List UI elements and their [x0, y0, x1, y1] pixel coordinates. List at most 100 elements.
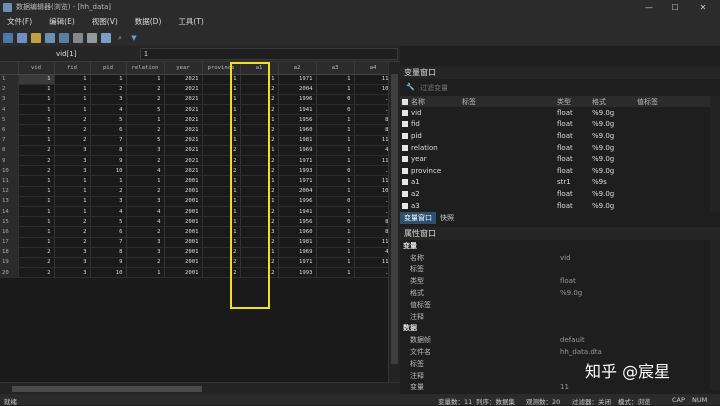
- table-cell[interactable]: 2004: [278, 186, 317, 197]
- table-cell[interactable]: 1: [316, 247, 355, 258]
- table-cell[interactable]: 2: [18, 267, 55, 279]
- table-cell[interactable]: 2: [18, 165, 55, 177]
- table-cell[interactable]: 1: [18, 237, 55, 248]
- table-cell[interactable]: 2021: [164, 124, 203, 136]
- table-cell[interactable]: 2004: [278, 84, 317, 95]
- table-cell[interactable]: 1: [316, 74, 355, 85]
- table-cell[interactable]: 4: [90, 104, 127, 116]
- table-cell[interactable]: 1: [18, 84, 55, 95]
- table-cell[interactable]: 1: [54, 196, 91, 207]
- table-cell[interactable]: 1: [240, 175, 279, 187]
- column-header[interactable]: fid: [54, 62, 91, 75]
- property-row[interactable]: 格式 %9.0g: [400, 287, 710, 299]
- table-cell[interactable]: 2: [240, 237, 279, 248]
- table-cell[interactable]: .: [354, 267, 393, 279]
- table-cell[interactable]: 2: [126, 226, 165, 238]
- table-cell[interactable]: 1: [18, 74, 55, 85]
- table-cell[interactable]: 1: [54, 74, 91, 85]
- table-cell[interactable]: 2: [126, 155, 165, 167]
- table-cell[interactable]: 1: [126, 267, 165, 279]
- table-cell[interactable]: 4: [354, 247, 393, 258]
- variable-checkbox[interactable]: [402, 202, 408, 209]
- variable-row[interactable]: a1 str1 %9s: [400, 177, 710, 189]
- table-cell[interactable]: 10: [354, 84, 393, 95]
- filter-icon[interactable]: ▼: [129, 33, 139, 43]
- minimize-button[interactable]: —: [636, 0, 662, 14]
- maximize-button[interactable]: ☐: [662, 0, 688, 14]
- property-row[interactable]: 数据: [400, 323, 710, 335]
- table-cell[interactable]: 1969: [278, 247, 317, 258]
- table-cell[interactable]: 2: [126, 84, 165, 95]
- table-cell[interactable]: 1: [126, 175, 165, 187]
- save-icon[interactable]: [17, 32, 27, 43]
- table-cell[interactable]: 1: [54, 175, 91, 187]
- table-cell[interactable]: 1: [240, 196, 279, 207]
- table-cell[interactable]: 2: [202, 155, 241, 167]
- table-cell[interactable]: 1: [202, 237, 241, 248]
- table-cell[interactable]: 1: [18, 216, 55, 228]
- table-cell[interactable]: 1: [202, 226, 241, 238]
- table-cell[interactable]: 2: [240, 84, 279, 95]
- table-cell[interactable]: 1960: [278, 226, 317, 238]
- table-cell[interactable]: 1993: [278, 165, 317, 177]
- table-cell[interactable]: 3: [240, 226, 279, 238]
- table-cell[interactable]: 1: [18, 114, 55, 126]
- table-cell[interactable]: 2001: [164, 186, 203, 197]
- property-row[interactable]: 数据帧 default: [400, 334, 710, 346]
- table-cell[interactable]: 0: [316, 94, 355, 106]
- table-cell[interactable]: 2021: [164, 84, 203, 95]
- table-cell[interactable]: 2001: [164, 196, 203, 207]
- table-cell[interactable]: 5: [90, 216, 127, 228]
- table-cell[interactable]: 3: [54, 267, 91, 279]
- folder-icon[interactable]: [31, 32, 41, 43]
- menu-file[interactable]: 文件(F): [7, 16, 32, 27]
- table-cell[interactable]: 2021: [164, 74, 203, 85]
- table-cell[interactable]: 2: [126, 186, 165, 197]
- table-cell[interactable]: 10: [90, 165, 127, 177]
- table-cell[interactable]: 3: [126, 237, 165, 248]
- table-cell[interactable]: 3: [54, 145, 91, 157]
- table-cell[interactable]: 1981: [278, 135, 317, 146]
- table-cell[interactable]: 2: [54, 135, 91, 146]
- table-cell[interactable]: 3: [126, 145, 165, 157]
- table-cell[interactable]: 2: [240, 155, 279, 167]
- table-cell[interactable]: 3: [54, 165, 91, 177]
- table-cell[interactable]: 8: [90, 247, 127, 258]
- table-cell[interactable]: 0: [316, 104, 355, 116]
- table-cell[interactable]: 1: [202, 186, 241, 197]
- table-cell[interactable]: 11: [354, 74, 393, 85]
- table-cell[interactable]: 2: [202, 257, 241, 269]
- table-cell[interactable]: 7: [90, 135, 127, 146]
- property-row[interactable]: 文件名 hh_data.dta: [400, 346, 710, 358]
- table-cell[interactable]: 1: [240, 247, 279, 258]
- table-cell[interactable]: 4: [126, 165, 165, 177]
- table-cell[interactable]: 1996: [278, 196, 317, 207]
- property-row[interactable]: 变量 11: [400, 382, 710, 390]
- table-cell[interactable]: 2: [18, 145, 55, 157]
- table-cell[interactable]: 5: [90, 114, 127, 126]
- table-cell[interactable]: 1941: [278, 104, 317, 116]
- table-cell[interactable]: 1981: [278, 237, 317, 248]
- table-cell[interactable]: 1: [316, 135, 355, 146]
- table-cell[interactable]: 1: [240, 114, 279, 126]
- paste-icon[interactable]: [87, 32, 97, 43]
- table-cell[interactable]: 1: [18, 226, 55, 238]
- table-cell[interactable]: 2: [240, 267, 279, 279]
- table-cell[interactable]: 1: [18, 104, 55, 116]
- table-cell[interactable]: 5: [126, 104, 165, 116]
- table-cell[interactable]: 2: [202, 145, 241, 157]
- column-header[interactable]: a3: [316, 62, 355, 75]
- table-cell[interactable]: 1: [202, 114, 241, 126]
- table-cell[interactable]: 2: [126, 257, 165, 269]
- table-cell[interactable]: 2: [240, 94, 279, 106]
- properties-scrollbar[interactable]: [710, 240, 720, 390]
- table-cell[interactable]: 2: [126, 124, 165, 136]
- property-row[interactable]: 类型 float: [400, 275, 710, 287]
- table-cell[interactable]: .: [354, 104, 393, 116]
- table-cell[interactable]: 2: [202, 267, 241, 279]
- variable-checkbox[interactable]: [402, 156, 408, 163]
- table-cell[interactable]: 1: [316, 124, 355, 136]
- table-cell[interactable]: 2021: [164, 165, 203, 177]
- table-cell[interactable]: 1: [18, 135, 55, 146]
- table-cell[interactable]: 2021: [164, 155, 203, 167]
